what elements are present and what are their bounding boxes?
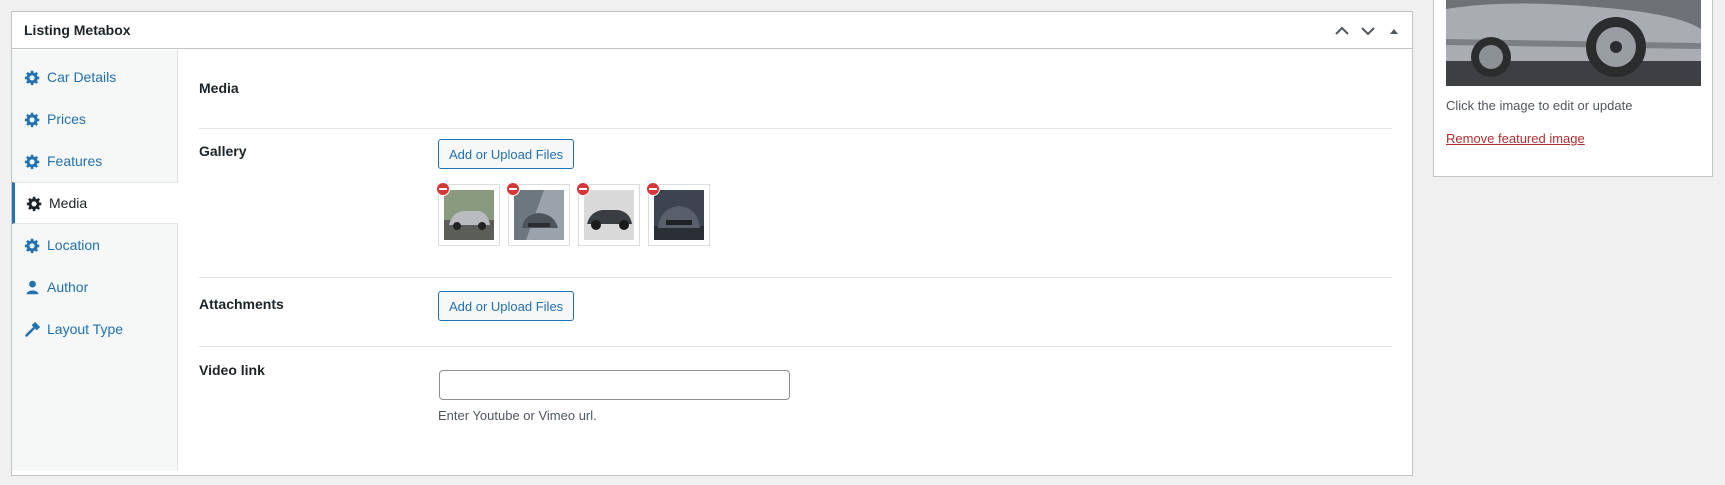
divider [199,277,1392,278]
remove-featured-image-link[interactable]: Remove featured image [1446,131,1585,146]
attachments-label: Attachments [199,296,284,312]
video-link-input[interactable] [439,370,790,400]
car-image [444,190,494,240]
tab-media[interactable]: Media [12,182,178,224]
gear-icon [24,111,41,128]
tab-label: Media [49,195,88,211]
hammer-icon [24,321,41,338]
remove-icon[interactable] [436,182,450,196]
triangle-up-icon[interactable] [1384,21,1404,41]
gear-icon [24,237,41,254]
tab-label: Features [47,153,103,169]
featured-image[interactable] [1446,0,1701,86]
gallery-upload-button[interactable]: Add or Upload Files [438,139,575,169]
car-image [1446,0,1701,86]
tab-label: Prices [47,111,86,127]
tab-layout-type[interactable]: Layout Type [12,308,177,350]
section-title: Media [199,80,239,96]
divider [199,346,1392,347]
metabox-title: Listing Metabox [24,22,131,38]
tab-location[interactable]: Location [12,224,177,266]
gallery-thumbnail[interactable] [576,182,640,246]
gallery-thumbnail[interactable] [436,182,500,246]
user-icon [24,279,41,296]
gear-icon [24,153,41,170]
car-image [654,190,704,240]
remove-icon[interactable] [646,182,660,196]
remove-icon[interactable] [576,182,590,196]
car-image [514,190,564,240]
gear-icon [26,195,43,212]
tab-label: Location [47,237,100,253]
tab-features[interactable]: Features [12,140,177,182]
chevron-up-icon[interactable] [1332,21,1352,41]
video-link-help: Enter Youtube or Vimeo url. [438,408,597,423]
tab-prices[interactable]: Prices [12,98,177,140]
gallery-label: Gallery [199,143,247,159]
tab-list: Car Details Prices Features Media Locati… [12,50,178,471]
tab-author[interactable]: Author [12,266,177,308]
chevron-down-icon[interactable] [1358,21,1378,41]
gallery-thumbnails [436,182,710,246]
remove-icon[interactable] [506,182,520,196]
metabox-body: Car Details Prices Features Media Locati… [12,50,1412,475]
featured-image-caption: Click the image to edit or update [1446,98,1633,113]
divider [199,128,1392,129]
listing-metabox: Listing Metabox Car Details Prices Featu… [11,11,1413,476]
tab-label: Car Details [47,69,117,85]
tab-label: Author [47,279,89,295]
metabox-header: Listing Metabox [12,12,1412,49]
gear-icon [24,69,41,86]
featured-image-box: Click the image to edit or update Remove… [1433,0,1713,177]
car-image [584,190,634,240]
attachments-upload-button[interactable]: Add or Upload Files [438,291,575,321]
gallery-thumbnail[interactable] [646,182,710,246]
metabox-controls [1332,12,1404,49]
tab-car-details[interactable]: Car Details [12,56,177,98]
video-link-label: Video link [199,362,265,378]
gallery-thumbnail[interactable] [506,182,570,246]
tab-label: Layout Type [47,321,124,337]
